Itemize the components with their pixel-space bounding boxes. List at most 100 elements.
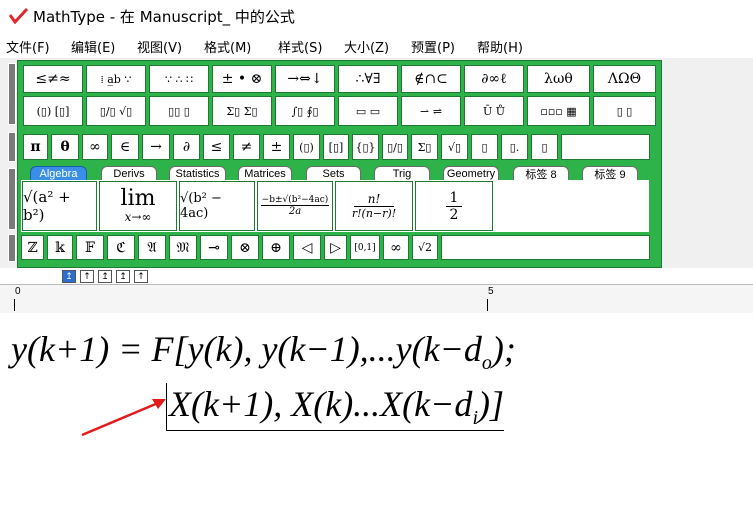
tab-sets[interactable]: Sets <box>306 166 361 180</box>
symbol-not-equal[interactable]: ≠ <box>233 134 260 160</box>
symbol-field-f[interactable]: 𝔽 <box>76 235 104 260</box>
nav-button-3[interactable]: ↥ <box>98 270 112 283</box>
toolbar-grip-1[interactable] <box>8 63 16 125</box>
menu-format[interactable]: 格式(M) <box>204 37 251 56</box>
tab-statistics[interactable]: Statistics <box>169 166 226 180</box>
symbol-infinity[interactable]: ∞ <box>82 134 108 160</box>
menu-style[interactable]: 样式(S) <box>278 37 322 56</box>
mathtype-logo-icon <box>9 8 29 24</box>
nav-button-2[interactable]: ↑ <box>80 270 94 283</box>
palette-products[interactable]: Ū Ů <box>464 96 524 126</box>
symbol-right-triangle[interactable]: ▷ <box>324 235 347 260</box>
palette-boxes[interactable]: ▯ ▯ <box>593 96 656 126</box>
symbol-oplus[interactable]: ⊕ <box>262 235 290 260</box>
symbol-theta[interactable]: θ <box>51 134 79 160</box>
ruler: 0 5 <box>0 284 753 314</box>
toolbar-grip-2[interactable] <box>8 132 16 162</box>
template-brackets[interactable]: [▯] <box>323 134 349 160</box>
toolbar-grip-3[interactable] <box>8 168 16 230</box>
equation-editor[interactable]: y(k+1) = F[y(k), y(k−1),...y(k−do); X(k+… <box>0 313 753 521</box>
symbol-multimap[interactable]: ⊸ <box>200 235 228 260</box>
template-sum[interactable]: Σ▯ <box>411 134 438 160</box>
menu-help[interactable]: 帮助(H) <box>477 37 523 56</box>
equation-line-1-text: y(k+1) = F[y(k), y(k−1),...y(k−d <box>11 329 482 369</box>
template-discriminant[interactable]: √(b² − 4ac) <box>179 181 255 231</box>
window-title: MathType - 在 Manuscript_ 中的公式 <box>33 8 295 26</box>
equation-line-2-end: )] <box>478 384 504 424</box>
symbol-element-of[interactable]: ∈ <box>111 134 139 160</box>
tab-trig[interactable]: Trig <box>374 166 430 180</box>
symbol-fraktur-a[interactable]: 𝔄 <box>138 235 166 260</box>
tab-geometry[interactable]: Geometry <box>443 166 499 180</box>
menu-view[interactable]: 视图(V) <box>137 37 182 56</box>
palette-fractions-radicals[interactable]: ▯/▯ √▯ <box>86 96 146 126</box>
template-subsup[interactable]: ▯ <box>531 134 558 160</box>
symbol-pi[interactable]: π <box>23 134 48 160</box>
template-pythagorean[interactable]: √(a² + b²) <box>22 181 97 231</box>
nav-button-4[interactable]: ↥ <box>116 270 130 283</box>
symbol-right-arrow[interactable]: → <box>142 134 170 160</box>
toolbar-grip-4[interactable] <box>8 234 16 262</box>
palette-bars[interactable]: ▭ ▭ <box>338 96 398 126</box>
template-limit-bottom: x→∞ <box>124 210 152 224</box>
palette-scripts[interactable]: ▯▯ ▯ <box>149 96 209 126</box>
template-pythagorean-label: √(a² + b²) <box>23 188 71 224</box>
symbol-row-empty-slot[interactable] <box>561 134 650 160</box>
palette-operators[interactable]: ± • ⊗ <box>212 65 272 93</box>
palette-spaces[interactable]: ⁞ a̲b ∵ <box>86 65 146 93</box>
template-quadratic-numerator: −b±√(b²−4ac) <box>260 195 330 206</box>
palette-sets[interactable]: ∉∩⊂ <box>401 65 461 93</box>
symbol-infinity-2[interactable]: ∞ <box>383 235 409 260</box>
tab-label-8[interactable]: 标签 8 <box>513 166 569 181</box>
palette-misc[interactable]: ∂∞ℓ <box>464 65 524 93</box>
palette-logic[interactable]: ∴∀∃ <box>338 65 398 93</box>
palette-matrices[interactable]: ▫▫▫ ▦ <box>527 96 590 126</box>
bottom-row-empty-slot[interactable] <box>441 235 650 260</box>
symbol-field-k[interactable]: 𝕜 <box>47 235 73 260</box>
symbol-less-equal[interactable]: ≤ <box>203 134 230 160</box>
symbol-interval[interactable]: [0,1] <box>350 235 380 260</box>
menu-file[interactable]: 文件(F) <box>6 37 50 56</box>
template-braces[interactable]: {▯} <box>352 134 379 160</box>
template-quadratic[interactable]: −b±√(b²−4ac) 2a <box>257 181 333 231</box>
template-superscript[interactable]: ▯ <box>471 134 498 160</box>
symbol-plus-minus[interactable]: ± <box>263 134 290 160</box>
palette-greek-upper[interactable]: ΛΩΘ <box>593 65 656 93</box>
symbol-sqrt-2[interactable]: √2 <box>412 235 438 260</box>
equation-line-2[interactable]: X(k+1), X(k)...X(k−di)] <box>166 383 504 432</box>
template-fraction[interactable]: ▯/▯ <box>382 134 408 160</box>
nav-button-5[interactable]: ↑ <box>134 270 148 283</box>
symbol-complex-c[interactable]: ℭ <box>107 235 135 260</box>
palette-embellishments[interactable]: ∵ ∴ ∷ <box>149 65 209 93</box>
menu-preferences[interactable]: 预置(P) <box>411 37 455 56</box>
menu-size[interactable]: 大小(Z) <box>344 37 389 56</box>
palette-relations[interactable]: ≤≠≈ <box>23 65 83 93</box>
palette-integrals[interactable]: ∫▯ ∮▯ <box>275 96 335 126</box>
symbol-otimes[interactable]: ⊗ <box>231 235 259 260</box>
template-half[interactable]: 1 2 <box>415 181 493 231</box>
template-quadratic-denominator: 2a <box>288 206 302 217</box>
menu-edit[interactable]: 编辑(E) <box>71 37 115 56</box>
symbol-fraktur-m[interactable]: 𝔐 <box>169 235 197 260</box>
equation-line-1[interactable]: y(k+1) = F[y(k), y(k−1),...y(k−do); <box>11 328 516 375</box>
tab-algebra[interactable]: Algebra <box>30 166 87 180</box>
tab-derivs[interactable]: Derivs <box>101 166 157 180</box>
nav-button-1[interactable]: ↥ <box>62 270 76 283</box>
template-binomial[interactable]: n! r!(n−r)! <box>335 181 413 231</box>
template-parens[interactable]: (▯) <box>293 134 320 160</box>
title-bar: MathType - 在 Manuscript_ 中的公式 <box>0 0 753 32</box>
palette-labeled-arrows[interactable]: ⇀ ⇌ <box>401 96 461 126</box>
palette-arrows[interactable]: →⇔↓ <box>275 65 335 93</box>
palette-greek-lower[interactable]: λωθ <box>527 65 590 93</box>
palette-summations[interactable]: Σ▯ Σ▯ <box>212 96 272 126</box>
symbol-integers[interactable]: ℤ <box>21 235 44 260</box>
symbol-partial[interactable]: ∂ <box>173 134 200 160</box>
tab-label-9[interactable]: 标签 9 <box>582 166 638 181</box>
tab-matrices[interactable]: Matrices <box>238 166 292 180</box>
template-sqrt[interactable]: √▯ <box>441 134 468 160</box>
symbol-left-triangle[interactable]: ◁ <box>293 235 321 260</box>
template-limit-top: lim <box>120 186 156 211</box>
palette-fences[interactable]: (▯) [▯] <box>23 96 83 126</box>
template-limit[interactable]: lim x→∞ <box>99 181 177 231</box>
template-subscript[interactable]: ▯. <box>501 134 528 160</box>
